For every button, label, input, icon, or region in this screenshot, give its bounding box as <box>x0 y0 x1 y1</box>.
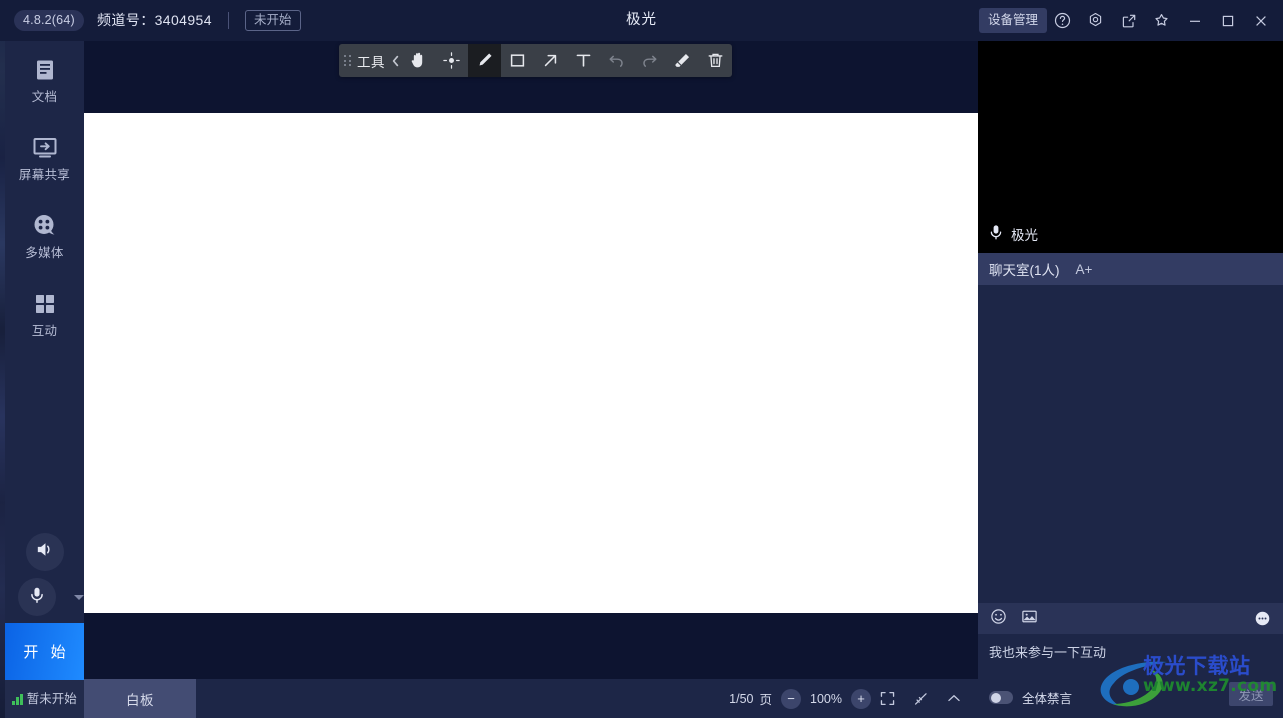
laser-pointer-icon[interactable] <box>904 679 937 718</box>
microphone-button[interactable] <box>17 578 56 616</box>
sidebar-item-interaction[interactable]: 互动 <box>5 275 84 353</box>
drag-grip-icon[interactable] <box>339 44 356 77</box>
interaction-icon <box>32 291 58 317</box>
undo-button[interactable] <box>600 44 633 77</box>
settings-icon[interactable] <box>1079 0 1112 41</box>
help-icon[interactable] <box>1046 0 1079 41</box>
document-icon <box>32 57 58 83</box>
title-bar: 4.8.2(64) 频道号：3404954 未开始 极光 设备管理 <box>0 0 1283 41</box>
image-icon[interactable] <box>1021 608 1038 630</box>
select-tool[interactable] <box>435 44 468 77</box>
multimedia-icon <box>31 213 58 239</box>
bottom-bar: 白板 1/50 页 − 100% + <box>84 679 978 718</box>
emoji-icon[interactable] <box>990 608 1007 630</box>
page-indicator: 1/50 <box>729 691 754 706</box>
version-badge: 4.8.2(64) <box>14 10 84 31</box>
pin-icon[interactable] <box>1145 0 1178 41</box>
speaker-icon <box>34 539 55 565</box>
microphone-icon <box>27 585 47 610</box>
video-user-name: 极光 <box>1011 227 1038 243</box>
start-button[interactable]: 开 始 <box>5 623 84 680</box>
chevron-left-icon[interactable] <box>388 44 402 77</box>
message-input[interactable]: 我也来参与一下互动 <box>989 642 1106 661</box>
toolbar-label: 工具 <box>357 54 385 70</box>
sidebar-item-label: 互动 <box>31 323 58 338</box>
eraser-tool[interactable] <box>666 44 699 77</box>
mute-all-control[interactable]: 全体禁言 <box>989 688 1072 707</box>
rect-tool[interactable] <box>501 44 534 77</box>
speaker-button-wrap <box>5 533 84 571</box>
send-button[interactable]: 发送 <box>1229 682 1273 706</box>
status-badge: 未开始 <box>245 10 301 31</box>
mute-all-label: 全体禁言 <box>1022 692 1073 706</box>
chatroom-title: 聊天室(1人) <box>989 263 1060 278</box>
popout-icon[interactable] <box>1112 0 1145 41</box>
video-user-bar: 极光 <box>978 214 1283 253</box>
microphone-button-wrap <box>5 578 84 616</box>
zoom-out-button[interactable]: − <box>781 688 802 709</box>
microphone-icon <box>989 224 1003 243</box>
whiteboard-canvas[interactable] <box>84 113 978 613</box>
pen-tool[interactable] <box>468 44 501 77</box>
zoom-in-button[interactable]: + <box>851 688 871 709</box>
connection-status: 暂未开始 <box>5 680 84 718</box>
text-tool[interactable] <box>567 44 600 77</box>
device-manage-button[interactable]: 设备管理 <box>978 8 1047 33</box>
compose-area: 我也来参与一下互动 全体禁言 发送 <box>978 634 1283 718</box>
message-list[interactable] <box>978 285 1283 603</box>
hand-tool[interactable] <box>402 44 435 77</box>
maximize-icon[interactable] <box>1211 0 1244 41</box>
bottom-bar-controls: 1/50 页 − 100% + <box>725 679 978 718</box>
tab-whiteboard[interactable]: 白板 <box>84 679 196 718</box>
minimize-icon[interactable] <box>1178 0 1211 41</box>
status-label: 暂未开始 <box>26 692 77 706</box>
chatroom-header: 聊天室(1人) A+ <box>978 253 1283 285</box>
sidebar-item-screen-share[interactable]: 屏幕共享 <box>5 119 84 197</box>
page-unit-label: 页 <box>759 693 773 707</box>
sidebar-item-multimedia[interactable]: 多媒体 <box>5 197 84 275</box>
speaker-button[interactable] <box>25 533 64 571</box>
sidebar-item-label: 屏幕共享 <box>18 167 71 182</box>
channel-number: 3404954 <box>154 12 212 28</box>
right-panel: 极光 聊天室(1人) A+ 我也来参与一下互动 全体禁言 发送 <box>978 41 1283 718</box>
channel-info: 频道号：3404954 <box>97 11 212 30</box>
screen-share-icon <box>31 135 59 161</box>
video-tile[interactable] <box>978 41 1283 214</box>
microphone-dropdown-icon[interactable] <box>74 594 84 600</box>
left-sidebar: 文档 屏幕共享 多媒体 互动 开 始 暂未开始 <box>5 41 84 718</box>
zoom-level: 100% <box>810 691 842 706</box>
app-window: 4.8.2(64) 频道号：3404954 未开始 极光 设备管理 文档 屏幕共… <box>0 0 1283 718</box>
fullscreen-icon[interactable] <box>871 679 904 718</box>
sidebar-item-label: 多媒体 <box>25 245 64 260</box>
sidebar-item-label: 文档 <box>31 89 58 104</box>
window-controls <box>1046 0 1277 41</box>
channel-label: 频道号： <box>97 12 155 28</box>
sidebar-item-document[interactable]: 文档 <box>5 41 84 119</box>
more-icon[interactable] <box>1254 610 1271 627</box>
redo-button[interactable] <box>633 44 666 77</box>
titlebar-divider <box>228 12 229 29</box>
signal-bars-icon <box>12 693 23 705</box>
font-size-button[interactable]: A+ <box>1076 262 1093 277</box>
trash-icon[interactable] <box>699 44 732 77</box>
close-icon[interactable] <box>1244 0 1277 41</box>
arrow-tool[interactable] <box>534 44 567 77</box>
mute-all-toggle[interactable] <box>989 691 1013 704</box>
compose-toolbar <box>978 603 1283 634</box>
whiteboard-toolbar: 工具 <box>339 44 732 77</box>
chevron-up-icon[interactable] <box>937 679 970 718</box>
